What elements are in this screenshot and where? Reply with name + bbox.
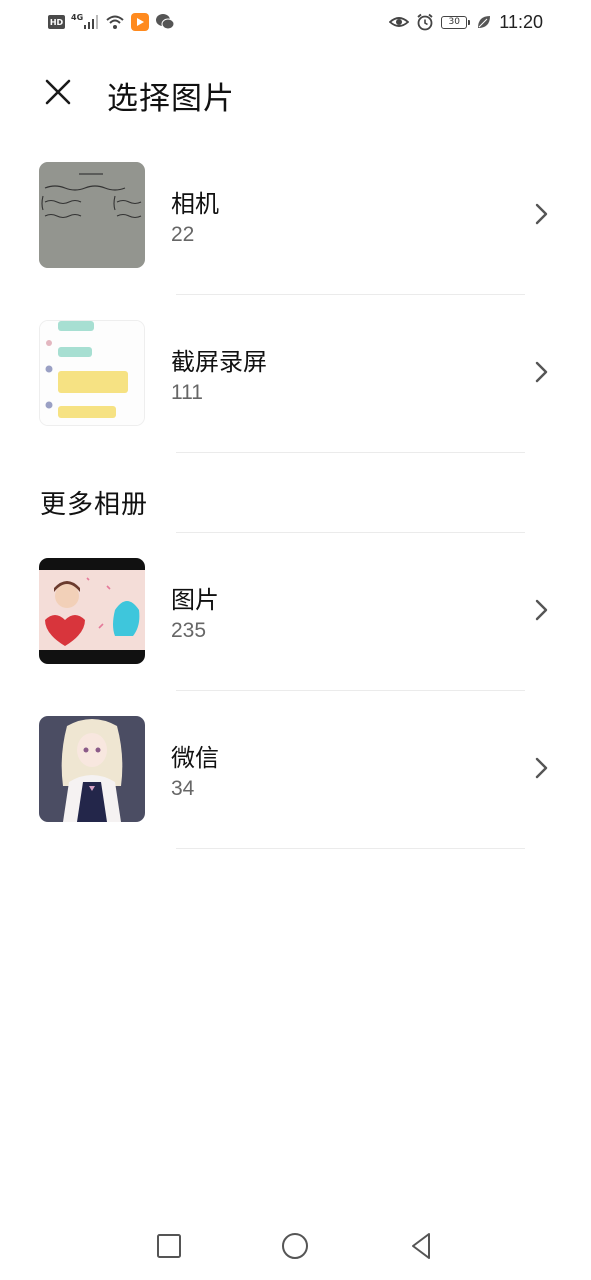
wifi-icon xyxy=(106,15,124,29)
network-type-label: 4G xyxy=(71,12,84,22)
divider xyxy=(176,690,525,691)
video-app-icon xyxy=(131,13,150,31)
back-triangle-icon xyxy=(412,1233,430,1259)
battery-icon: 30 xyxy=(441,15,471,29)
alarm-icon xyxy=(417,13,433,31)
album-row-screenshots[interactable]: 截屏录屏 111 xyxy=(0,320,591,478)
status-bar-right: 30 11:20 xyxy=(389,11,543,33)
album-name: 截屏录屏 xyxy=(171,348,267,376)
eye-comfort-icon xyxy=(389,17,410,27)
divider xyxy=(176,294,525,295)
power-saving-leaf-icon xyxy=(478,16,491,28)
section-header-more-albums: 更多相册 xyxy=(40,490,149,520)
header: 选择图片 xyxy=(0,56,591,128)
status-bar-left: HD 4G xyxy=(48,11,175,33)
album-count: 22 xyxy=(171,223,195,246)
album-name: 微信 xyxy=(171,744,219,772)
home-button[interactable] xyxy=(275,1226,315,1266)
recents-button[interactable] xyxy=(149,1226,189,1266)
chevron-right-icon xyxy=(526,198,556,230)
divider xyxy=(176,848,525,849)
status-time: 11:20 xyxy=(499,11,543,32)
signal-icon xyxy=(84,15,99,29)
wechat-icon xyxy=(156,14,175,30)
album-thumbnail-pictures xyxy=(39,558,145,664)
album-count: 34 xyxy=(171,777,195,800)
album-thumbnail-camera xyxy=(39,162,145,268)
close-button[interactable] xyxy=(34,70,82,114)
album-count: 111 xyxy=(171,381,203,404)
recents-square-icon xyxy=(157,1234,181,1258)
close-icon xyxy=(45,79,71,105)
divider xyxy=(176,532,525,533)
chevron-right-icon xyxy=(526,752,556,784)
album-thumbnail-screenshots xyxy=(39,320,145,426)
album-name: 图片 xyxy=(171,586,219,614)
album-count: 235 xyxy=(171,619,207,642)
chevron-right-icon xyxy=(526,356,556,388)
home-circle-icon xyxy=(282,1233,308,1259)
back-button[interactable] xyxy=(401,1226,441,1266)
system-nav-bar xyxy=(0,1214,591,1280)
chevron-right-icon xyxy=(526,594,556,626)
album-name: 相机 xyxy=(171,190,219,218)
album-row-camera[interactable]: 相机 22 xyxy=(0,162,591,320)
page-title: 选择图片 xyxy=(107,81,235,117)
album-thumbnail-wechat xyxy=(39,716,145,822)
album-row-wechat[interactable]: 微信 34 xyxy=(0,716,591,874)
hd-icon: HD xyxy=(48,15,65,29)
divider xyxy=(176,452,525,453)
status-bar: HD 4G 30 11:20 xyxy=(0,0,591,44)
album-row-pictures[interactable]: 图片 235 xyxy=(0,558,591,716)
